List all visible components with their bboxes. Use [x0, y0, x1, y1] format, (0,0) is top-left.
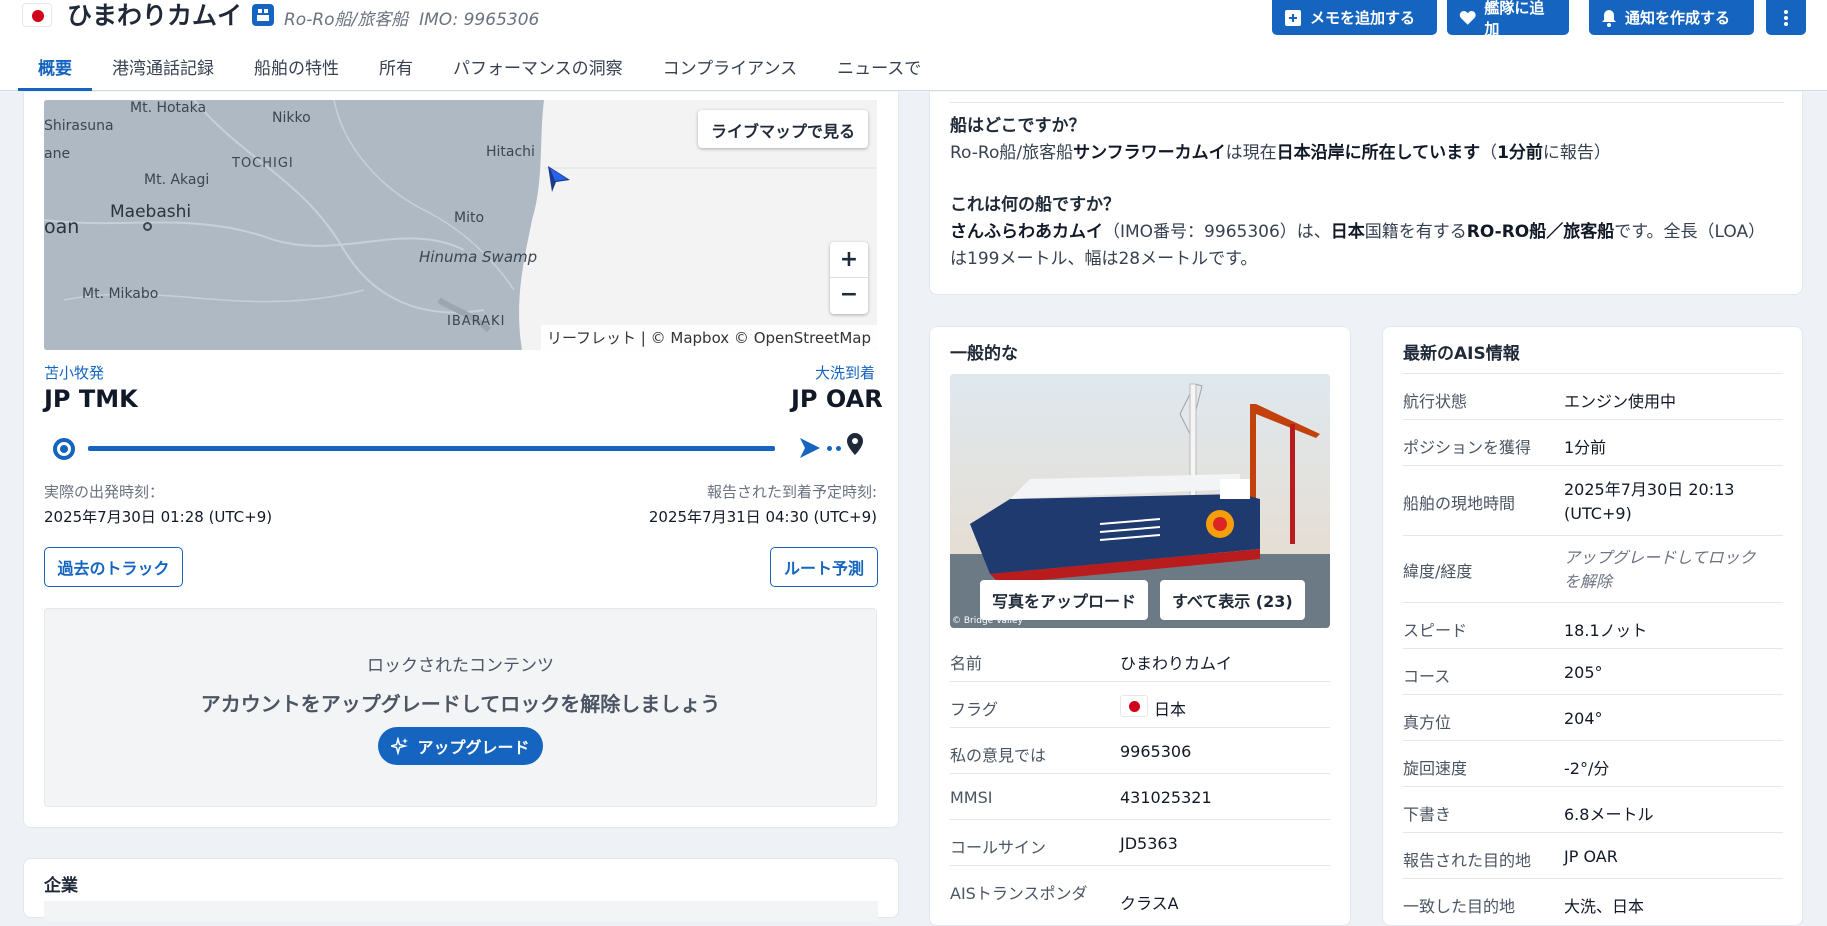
- japan-flag-icon: [22, 3, 52, 27]
- what-answer: さんふらわあカムイ（IMO番号：9965306）は、日本国籍を有するRO-RO船…: [950, 222, 1766, 269]
- vessel-type-icon: [252, 4, 274, 26]
- add-to-fleet-button[interactable]: 艦隊に追加: [1447, 0, 1569, 38]
- locked-title: ロックされたコンテンツ: [367, 656, 554, 676]
- ais-row-reported-destination: 報告された目的地 JP OAR: [1403, 833, 1783, 879]
- general-row-callsign: コールサイン JD5363: [950, 820, 1330, 866]
- company-title: 企業: [44, 876, 78, 896]
- departure-port: JP TMK: [44, 385, 138, 413]
- more-vertical-icon: [1784, 9, 1788, 26]
- arrival-label[interactable]: 大洗到着: [815, 362, 875, 383]
- ais-row-matched-destination: 一致した目的地 大洗、日本: [1403, 897, 1645, 916]
- eta-time: 2025年7月31日 04:30 (UTC+9): [648, 508, 877, 526]
- ais-row-position-received: ポジションを獲得 1分前: [1403, 420, 1783, 466]
- ais-row-heading: 真方位 204°: [1403, 695, 1783, 741]
- locked-content: ロックされたコンテンツ アカウントをアップグレードしてロックを解除しましょう ア…: [44, 608, 877, 807]
- tab-vessel-particulars[interactable]: 船舶の特性: [234, 46, 359, 91]
- past-track-button[interactable]: 過去のトラック: [44, 547, 183, 587]
- map-label: TOCHIGI: [232, 156, 294, 171]
- create-alert-button[interactable]: 通知を作成する: [1589, 0, 1754, 35]
- add-note-button[interactable]: メモを追加する: [1272, 0, 1437, 35]
- vessel-position-icon[interactable]: [546, 164, 572, 194]
- actual-departure-time: 2025年7月30日 01:28 (UTC+9): [44, 508, 273, 526]
- map-label: Maebashi: [110, 202, 192, 222]
- vessel-type-imo: Ro-Ro船/旅客船 IMO: 9965306: [284, 10, 540, 30]
- ais-row-rate-of-turn: 旋回速度 -2°/分: [1403, 741, 1783, 787]
- map-label: Mito: [454, 210, 485, 226]
- tab-news[interactable]: ニュースで: [817, 46, 941, 91]
- eta-label: 報告された到着予定時刻:: [706, 483, 877, 501]
- map-label: ane: [44, 146, 71, 162]
- ais-row-nav-status: 航行状態 エンジン使用中: [1403, 374, 1783, 420]
- zoom-control: + −: [830, 242, 868, 314]
- zoom-out-button[interactable]: −: [830, 278, 868, 314]
- city-marker-icon: [143, 222, 152, 231]
- upload-photo-button[interactable]: 写真をアップロード: [980, 580, 1149, 620]
- map-label: Mt. Mikabo: [82, 286, 159, 302]
- general-card: 一般的な © Bridge Valley 写真をアップロード すべて表示 (23…: [929, 326, 1351, 926]
- show-all-photos-button[interactable]: すべて表示 (23): [1160, 580, 1305, 620]
- general-title: 一般的な: [950, 344, 1018, 364]
- summary-card: 船はどこですか？ Ro-Ro船/旅客船サンフラワーカムイは現在日本沿岸に所在して…: [929, 92, 1803, 295]
- vessel-header: ひまわりカムイ Ro-Ro船/旅客船 IMO: 9965306 メモを追加する …: [0, 0, 1827, 91]
- upgrade-button[interactable]: アップグレード: [378, 727, 543, 765]
- company-card: 企業: [23, 858, 899, 921]
- locked-message: アカウントをアップグレードしてロックを解除しましょう: [200, 692, 721, 716]
- general-row-imo: 私の意見では 9965306: [950, 728, 1330, 774]
- tab-compliance[interactable]: コンプライアンス: [643, 46, 817, 91]
- ais-row-draught: 下書き 6.8メートル: [1403, 787, 1783, 833]
- departure-label[interactable]: 苫小牧発: [44, 362, 104, 383]
- japan-flag-icon: [1120, 695, 1148, 717]
- ais-row-speed: スピード 18.1ノット: [1403, 603, 1783, 649]
- tab-overview[interactable]: 概要: [18, 46, 92, 91]
- ais-row-course: コース 205°: [1403, 649, 1783, 695]
- vessel-name: ひまわりカムイ: [67, 1, 243, 30]
- map-label: oan: [44, 216, 80, 238]
- map-attribution[interactable]: リーフレット | © Mapbox © OpenStreetMap: [540, 325, 877, 350]
- where-question: 船はどこですか？: [950, 116, 1086, 136]
- map-label: Shirasuna: [44, 118, 114, 134]
- tab-port-calls[interactable]: 港湾通話記録: [92, 46, 234, 91]
- tab-ownership[interactable]: 所有: [359, 46, 433, 91]
- map-label: Hitachi: [486, 144, 535, 160]
- destination-pin-icon: [847, 433, 863, 455]
- map-label: Hinuma Swamp: [419, 248, 538, 266]
- map-label: Mt. Hotaka: [130, 100, 207, 116]
- general-row-name: 名前 ひまわりカムイ: [950, 636, 1330, 682]
- actual-departure-label: 実際の出発時刻：: [44, 483, 165, 501]
- ais-card: 最新のAIS情報 航行状態 エンジン使用中 ポジションを獲得 1分前 船舶の現地時間…: [1382, 326, 1803, 926]
- bell-icon: [1602, 9, 1616, 27]
- progress-bar: [88, 446, 775, 451]
- where-answer: Ro-Ro船/旅客船サンフラワーカムイは現在日本沿岸に所在しています（1分前に報…: [950, 143, 1611, 163]
- live-map-button[interactable]: ライブマップで見る: [697, 110, 868, 148]
- route-forecast-button[interactable]: ルート予測: [770, 547, 878, 587]
- what-question: これは何の船ですか？: [950, 195, 1120, 215]
- ais-row-lat-lon: 緯度/経度 アップグレードしてロック を解除: [1403, 536, 1783, 603]
- general-row-ais-class: AISトランスポンダ クラスA: [950, 884, 1179, 913]
- arrival-port: JP OAR: [791, 385, 883, 413]
- tab-performance[interactable]: パフォーマンスの洞察: [433, 46, 643, 91]
- ais-title: 最新のAIS情報: [1403, 344, 1520, 364]
- section-tabs: 概要 港湾通話記録 船舶の特性 所有 パフォーマンスの洞察 コンプライアンス ニ…: [18, 46, 941, 91]
- progress-arrow-icon: [800, 438, 820, 458]
- sparkle-icon: [391, 737, 409, 755]
- general-row-mmsi: MMSI 431025321: [950, 774, 1330, 820]
- more-options-button[interactable]: [1766, 0, 1806, 35]
- map-label: IBARAKI: [447, 314, 506, 329]
- vessel-map[interactable]: Mt. Hotaka Shirasuna Nikko TOCHIGI Mt. A…: [44, 100, 877, 350]
- map-label: Mt. Akagi: [144, 172, 210, 188]
- map-label: Nikko: [272, 110, 311, 126]
- ais-row-local-time: 船舶の現地時間 2025年7月30日 20:13 (UTC+9): [1403, 466, 1783, 536]
- note-plus-icon: [1285, 9, 1301, 26]
- heart-icon: [1459, 10, 1476, 25]
- general-row-flag: フラグ 日本: [950, 682, 1330, 728]
- zoom-in-button[interactable]: +: [830, 242, 868, 278]
